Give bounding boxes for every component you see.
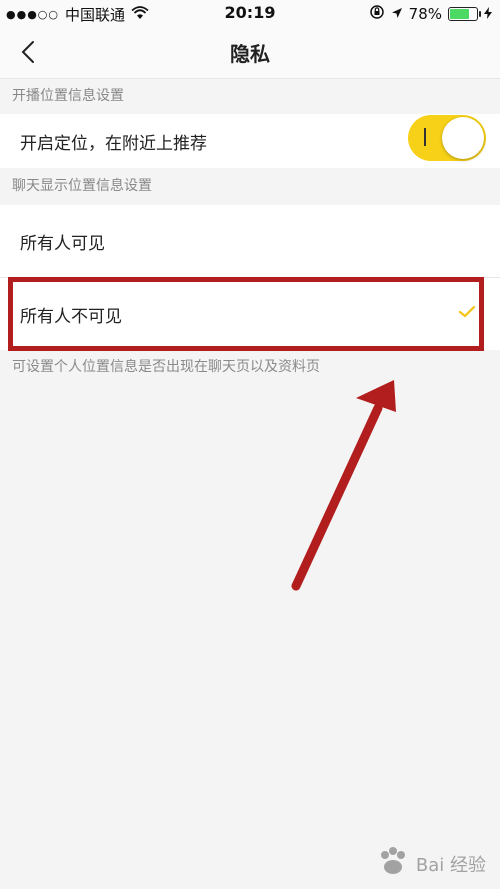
annotation-arrow-icon	[291, 380, 396, 591]
baidu-paw-icon	[376, 846, 410, 881]
watermark-text: Bai 经验	[415, 854, 486, 876]
watermark: Bai 经验	[376, 846, 486, 881]
